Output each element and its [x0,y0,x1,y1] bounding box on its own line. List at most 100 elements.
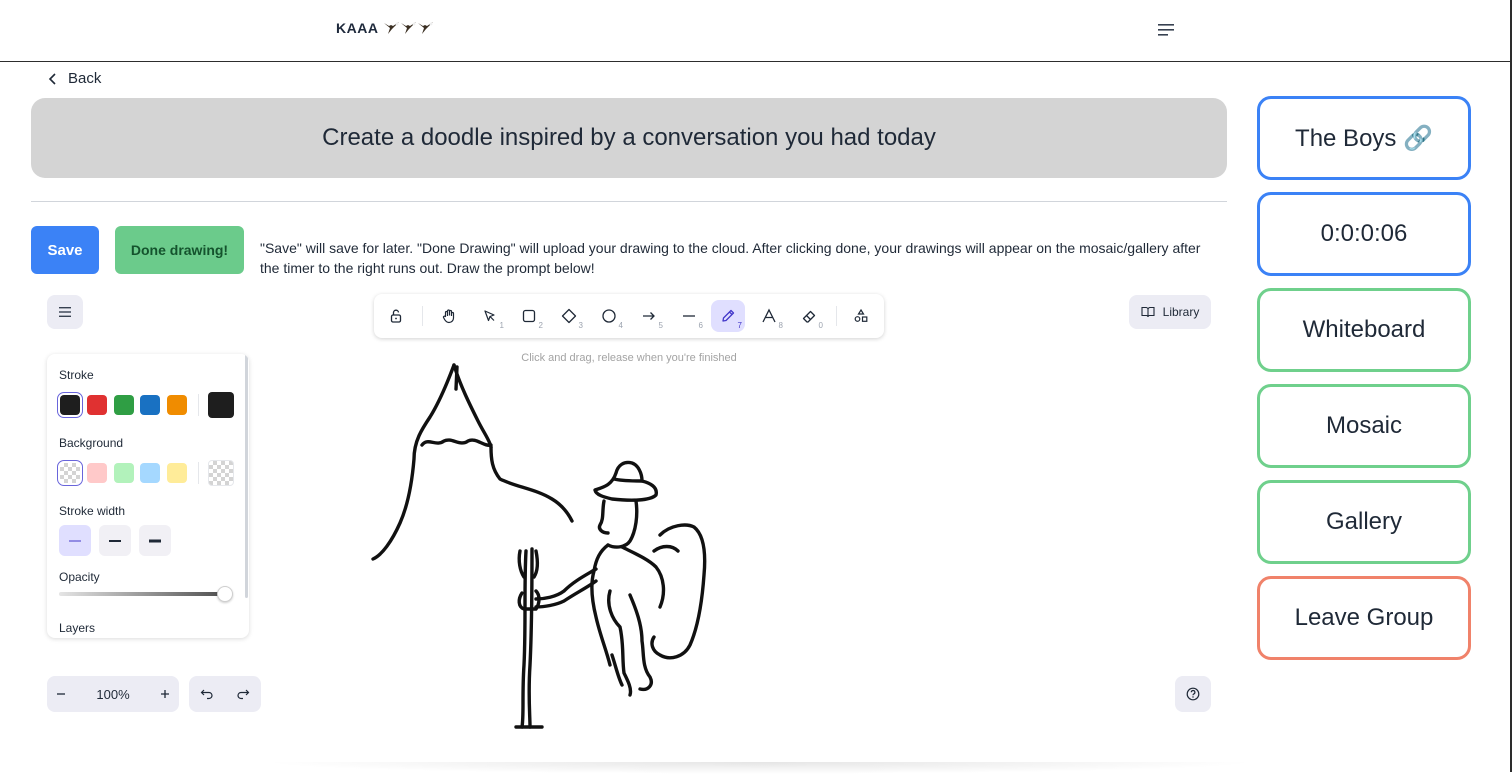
book-icon [1141,306,1155,318]
redo-button[interactable] [236,688,250,700]
group-name-label: The Boys 🔗 [1295,124,1433,152]
brand-logo[interactable]: KAAA [336,20,434,36]
prompt-banner: Create a doodle inspired by a conversati… [31,98,1227,178]
gallery-button[interactable]: Gallery [1257,480,1471,564]
circle-icon [602,309,616,323]
tool-extra[interactable] [844,300,878,332]
stroke-width-label: Stroke width [59,504,126,518]
background-color-swatch[interactable] [87,463,107,483]
current-stroke-color[interactable] [208,392,234,418]
stroke-color-swatch[interactable] [140,395,160,415]
editor-toolbar: 1 2 3 4 5 6 7 8 0 [374,294,884,338]
diamond-icon [561,308,577,324]
gallery-label: Gallery [1325,508,1403,535]
shortcut-label: 6 [698,321,703,330]
layers-label: Layers [59,621,96,635]
hamburger-icon[interactable] [1157,22,1177,38]
mosaic-label: Mosaic [1325,412,1403,439]
shortcut-label: 2 [538,321,543,330]
minus-icon [57,693,65,695]
zoom-in-button[interactable] [159,688,171,700]
eagle-icon [384,22,400,34]
tool-eraser[interactable]: 0 [792,300,826,332]
save-button[interactable]: Save [31,226,99,274]
group-name-button[interactable]: The Boys 🔗 [1257,96,1471,180]
swatch-separator [198,462,199,484]
tool-text[interactable]: 8 [752,300,786,332]
stroke-label: Stroke [59,368,94,382]
back-button[interactable]: Back [48,70,101,87]
history-controls [189,676,261,712]
opacity-slider-thumb[interactable] [217,586,233,602]
tool-lock[interactable] [379,300,413,332]
tool-diamond[interactable]: 3 [552,300,586,332]
background-color-swatch[interactable] [167,463,187,483]
zoom-out-button[interactable] [55,688,67,700]
whiteboard-label: Whiteboard [1302,316,1426,343]
library-label: Library [1162,305,1200,319]
prompt-text: Create a doodle inspired by a conversati… [322,124,936,151]
swatch-separator [198,394,199,416]
eagle-icon [418,22,434,34]
panel-scrollbar[interactable] [245,354,248,598]
library-button[interactable]: Library [1129,295,1211,329]
stroke-color-swatch[interactable] [114,395,134,415]
background-color-swatch[interactable] [114,463,134,483]
tool-hand[interactable] [432,300,466,332]
brand-name: KAAA [336,20,379,36]
plus-icon [161,690,169,698]
square-icon [522,309,536,323]
shortcut-label: 5 [658,321,663,330]
stroke-color-swatch[interactable] [87,395,107,415]
eraser-icon [802,310,816,323]
current-background-color[interactable] [208,460,234,486]
help-icon [1186,687,1200,701]
whiteboard-button[interactable]: Whiteboard [1257,288,1471,372]
tool-line[interactable]: 6 [672,300,706,332]
back-label: Back [68,70,102,87]
shortcut-label: 8 [778,321,783,330]
thin-line-icon [69,540,81,541]
main-menu-button[interactable] [47,295,83,329]
undo-button[interactable] [200,688,214,700]
done-drawing-button[interactable]: Done drawing! [115,226,244,274]
tool-selection[interactable]: 1 [473,300,507,332]
arrow-icon [643,312,655,320]
tool-arrow[interactable]: 5 [632,300,666,332]
stroke-color-swatch[interactable] [167,395,187,415]
text-icon [762,308,776,323]
tool-draw[interactable]: 7 [711,300,745,332]
shapes-icon [854,308,868,322]
hamburger-icon [59,307,71,317]
background-color-swatch[interactable] [140,463,160,483]
stroke-width-thin[interactable] [59,525,91,556]
tool-rectangle[interactable]: 2 [512,300,546,332]
mosaic-button[interactable]: Mosaic [1257,384,1471,468]
stroke-width-bold[interactable] [99,525,131,556]
timer-value: 0:0:0:06 [1320,220,1408,247]
stroke-color-swatch[interactable] [57,392,83,418]
bottom-shadow [260,762,1260,774]
instructions-text: "Save" will save for later. "Done Drawin… [260,240,1201,276]
leave-group-button[interactable]: Leave Group [1257,576,1471,660]
shortcut-label: 7 [737,321,742,330]
background-transparent-swatch[interactable] [57,460,83,486]
opacity-label: Opacity [59,570,100,584]
tool-ellipse[interactable]: 4 [592,300,626,332]
help-button[interactable] [1175,676,1211,712]
undo-icon [200,689,213,700]
stroke-width-extra-bold[interactable] [139,525,171,556]
timer-display: 0:0:0:06 [1257,192,1471,276]
shortcut-label: 3 [578,321,583,330]
bold-line-icon [109,539,121,542]
opacity-slider-track[interactable] [59,592,229,596]
zoom-level[interactable]: 100% [96,687,129,702]
shortcut-label: 4 [618,321,623,330]
extra-bold-line-icon [149,539,161,542]
eagle-icon [401,22,417,34]
leave-group-label: Leave Group [1294,604,1434,631]
redo-icon [237,689,250,700]
toolbar-separator [836,306,837,326]
hand-icon [442,309,455,324]
pencil-icon [722,309,735,322]
